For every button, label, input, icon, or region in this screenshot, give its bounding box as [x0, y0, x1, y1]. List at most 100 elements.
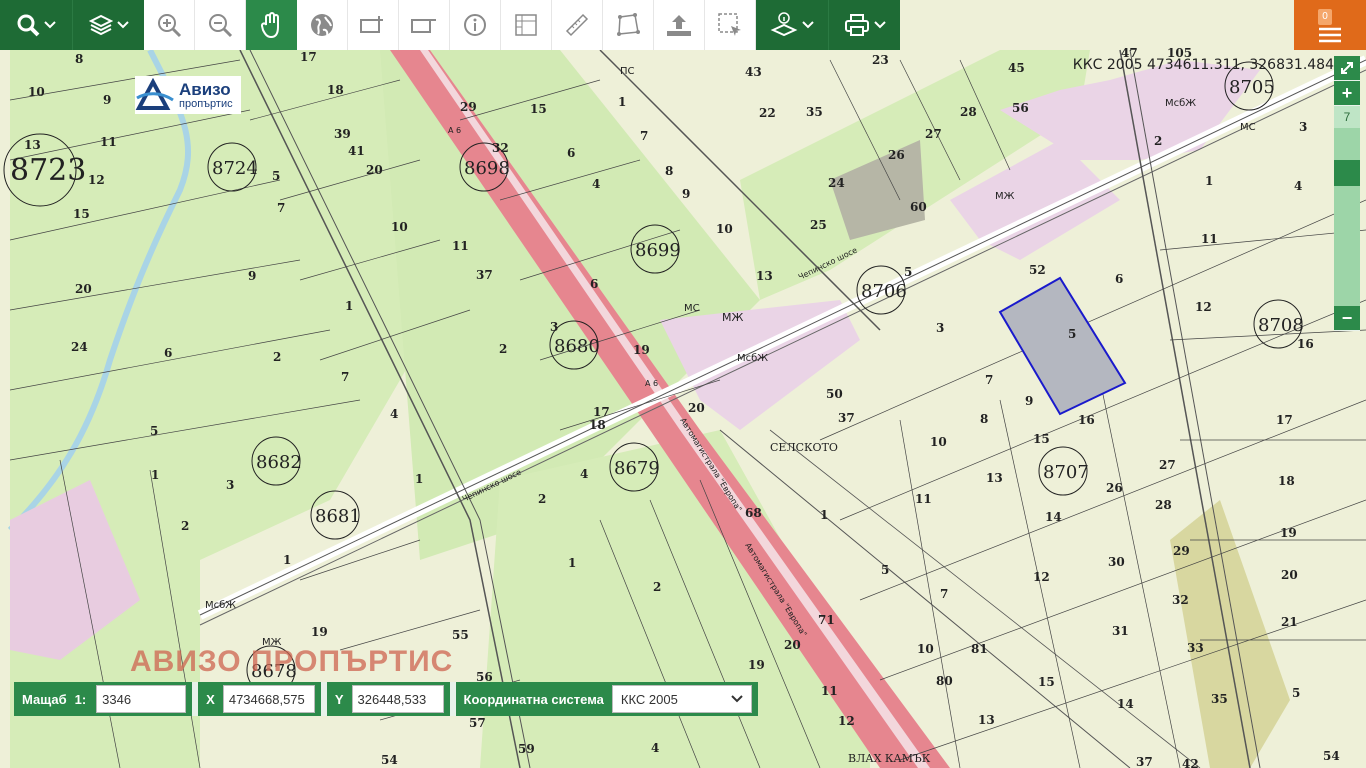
- parcel-number: 11: [100, 135, 117, 149]
- zoom-out-button[interactable]: [195, 0, 246, 50]
- draw-rectangle-button[interactable]: [348, 0, 399, 50]
- parcel-number: 7: [985, 373, 993, 387]
- parcel-number: 3: [936, 321, 944, 335]
- parcel-number: 28: [1155, 498, 1172, 512]
- parcel-number: 21: [1281, 615, 1298, 629]
- parcel-number: 19: [311, 625, 328, 639]
- parcel-number: 8: [980, 412, 988, 426]
- parcel-number: 9: [248, 269, 256, 283]
- parcel-number: 15: [1038, 675, 1055, 689]
- scale-label: Мащаб: [22, 691, 67, 707]
- select-area-button[interactable]: [705, 0, 756, 50]
- draw-polygon-button[interactable]: [603, 0, 654, 50]
- zoom-in-icon: [158, 14, 182, 38]
- parcel-number: 20: [75, 282, 92, 296]
- info-button[interactable]: [450, 0, 501, 50]
- zoom-minus-button[interactable]: −: [1334, 306, 1360, 331]
- zoom-slider[interactable]: 7: [1334, 106, 1360, 306]
- logo-subtitle: пропъртис: [179, 97, 233, 110]
- layer-info-icon: [770, 12, 798, 37]
- parcel-number: 5: [881, 563, 889, 577]
- search-button[interactable]: [0, 0, 72, 50]
- quarter-label: 8706: [861, 281, 907, 302]
- parcel-number: 26: [1106, 481, 1123, 495]
- remove-rectangle-button[interactable]: [399, 0, 450, 50]
- parcel-number: 9: [682, 187, 690, 201]
- info-icon: [464, 14, 486, 36]
- parcel-number: 1: [151, 468, 159, 482]
- parcel-number: 68: [745, 506, 762, 520]
- quarter-label: 8698: [464, 158, 510, 179]
- pan-button[interactable]: [246, 0, 297, 50]
- parcel-number: 1: [618, 95, 626, 109]
- building-symbol: МЖ: [995, 191, 1015, 202]
- parcel-number: 7: [940, 587, 948, 601]
- parcel-number: 26: [888, 148, 905, 162]
- parcel-number: 6: [590, 277, 598, 291]
- parcel-number: 30: [1108, 555, 1125, 569]
- parcel-number: 27: [1159, 458, 1176, 472]
- parcel-number: 23: [872, 53, 889, 67]
- parcel-number: 43: [745, 65, 762, 79]
- parcel-number: 32: [1172, 593, 1189, 607]
- parcel-number: 29: [1173, 544, 1190, 558]
- parcel-number: 1: [345, 299, 353, 313]
- menu-button[interactable]: 0: [1294, 0, 1366, 50]
- parcel-number: 5: [904, 265, 912, 279]
- fullscreen-button[interactable]: [1334, 56, 1360, 81]
- chevron-down-icon: [802, 21, 814, 29]
- parcel-number: 80: [936, 674, 953, 688]
- parcel-number: 18: [327, 83, 344, 97]
- parcel-number: 2: [538, 492, 546, 506]
- parcel-number: 13: [986, 471, 1003, 485]
- ruler-grid-icon: [515, 14, 537, 36]
- parcel-number: 20: [688, 401, 705, 415]
- building-symbol: МЖ: [722, 311, 743, 324]
- parcel-number: 3: [226, 478, 234, 492]
- y-coordinate-input[interactable]: [351, 685, 444, 713]
- upload-button[interactable]: [654, 0, 705, 50]
- parcel-number: 27: [925, 127, 942, 141]
- layers-button[interactable]: [72, 0, 144, 50]
- parcel-number: 10: [917, 642, 934, 656]
- building-symbol: МсбЖ: [1165, 98, 1196, 109]
- parcel-number: 52: [1029, 263, 1046, 277]
- parcel-number: 45: [1008, 61, 1025, 75]
- crs-select[interactable]: ККС 2005: [611, 685, 752, 713]
- layer-info-button[interactable]: [756, 0, 828, 50]
- building-symbol: МсбЖ: [737, 353, 768, 364]
- parcel-number: 7: [277, 201, 285, 215]
- parcel-number: 1: [283, 553, 291, 567]
- crs-value: ККС 2005: [620, 691, 678, 707]
- parcel-number: 2: [653, 580, 661, 594]
- parcel-number: 9: [103, 93, 111, 107]
- parcel-number: 4: [592, 177, 600, 191]
- parcel-number: 6: [1115, 272, 1123, 286]
- measure-area-button[interactable]: [501, 0, 552, 50]
- crs-label: Координатна система: [463, 691, 604, 707]
- logo: Авизо пропъртис: [135, 76, 241, 114]
- measure-distance-button[interactable]: [552, 0, 603, 50]
- zoom-plus-button[interactable]: +: [1334, 81, 1360, 106]
- parcel-number: 28: [960, 105, 977, 119]
- zoom-in-button[interactable]: [144, 0, 195, 50]
- globe-button[interactable]: [297, 0, 348, 50]
- parcel-number: 42: [1182, 757, 1199, 768]
- parcel-number: 12: [838, 714, 855, 728]
- scale-prefix: 1:: [74, 691, 87, 707]
- zoom-panel: + 7 −: [1334, 56, 1360, 331]
- parcel-number: 12: [1033, 570, 1050, 584]
- parcel-number: 25: [810, 218, 827, 232]
- print-button[interactable]: [828, 0, 900, 50]
- selected-parcel-number: 5: [1068, 327, 1076, 341]
- parcel-number: 1: [1205, 174, 1213, 188]
- parcel-number: 5: [1292, 686, 1300, 700]
- parcel-number: 7: [341, 370, 349, 384]
- quarter-label: 8679: [614, 458, 660, 479]
- x-coordinate-input[interactable]: [222, 685, 315, 713]
- parcel-number: 71: [818, 613, 835, 627]
- scale-input[interactable]: [96, 685, 187, 713]
- area-name: СЕЛСКОТО: [770, 441, 838, 454]
- coordinate-bar: Мащаб 1: X Y Координатна система ККС 200…: [14, 682, 758, 716]
- zoom-slider-handle[interactable]: [1334, 160, 1360, 186]
